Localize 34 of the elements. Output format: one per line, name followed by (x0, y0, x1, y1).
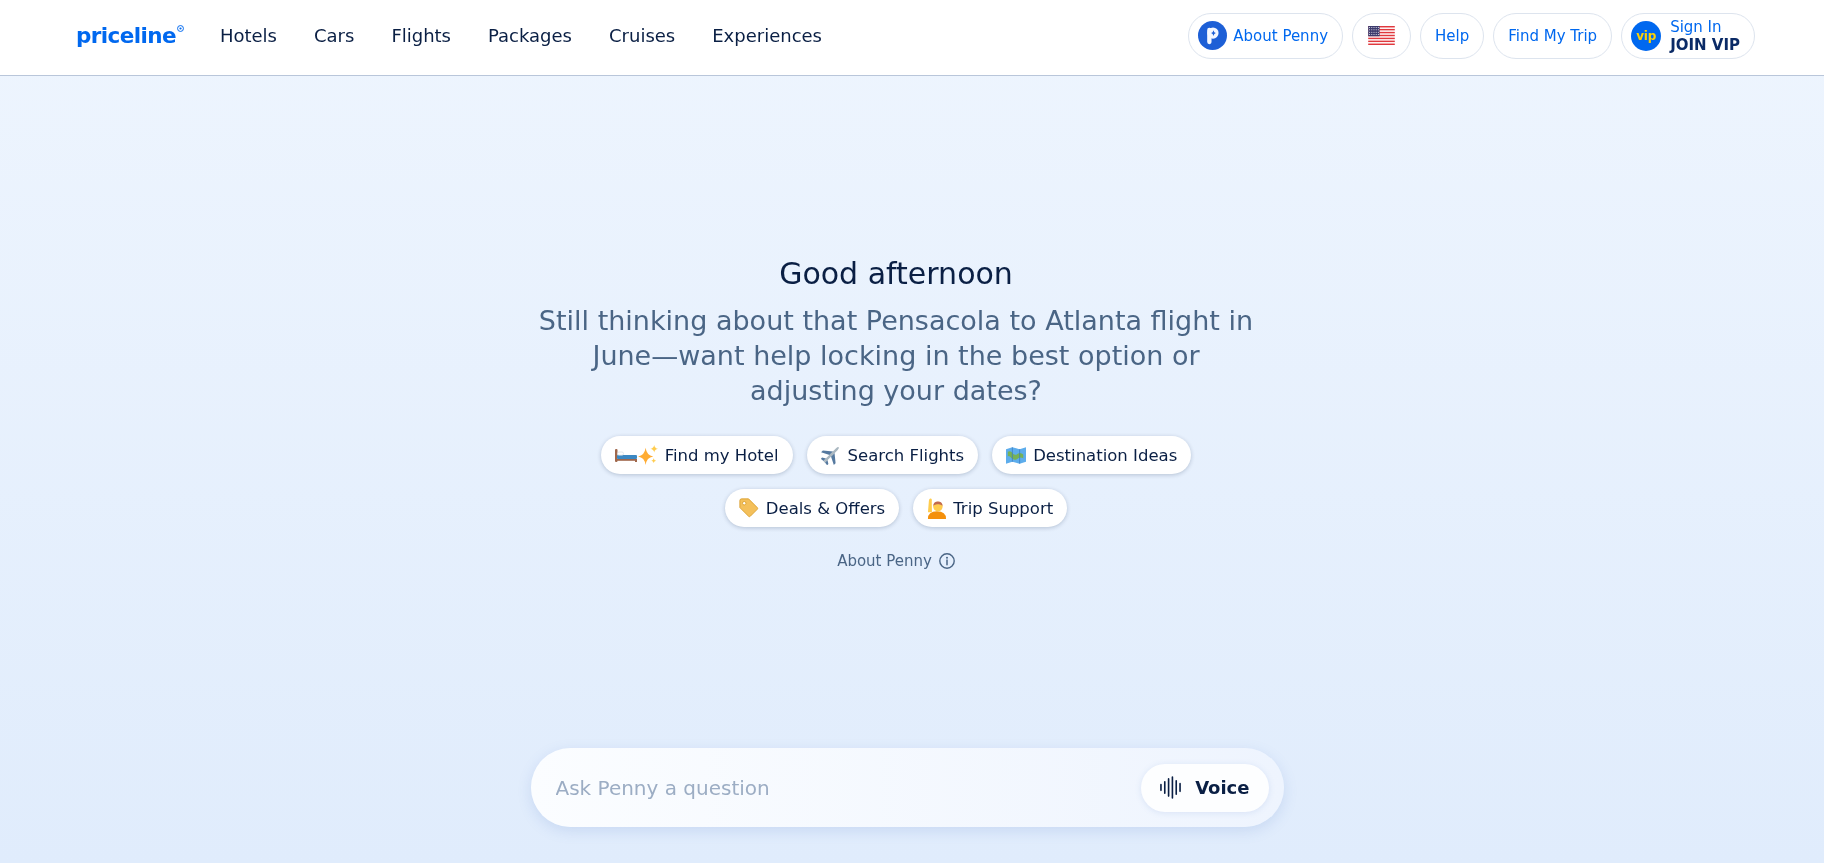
logo[interactable]: priceline (76, 22, 184, 49)
person-raising-hand-icon (927, 497, 947, 519)
nav-link[interactable]: Cruises (609, 23, 676, 48)
sound-wave-icon (1160, 776, 1182, 799)
vip-badge: vip (1631, 20, 1662, 51)
chat-input-bar[interactable]: Ask Penny a question Voice (530, 748, 1284, 827)
voice-button[interactable]: Voice (1141, 763, 1269, 812)
question-input[interactable]: Ask Penny a question (555, 765, 1130, 810)
bed-icon (614, 448, 637, 462)
suggestion-chip[interactable]: Destination Ideas (992, 436, 1192, 474)
suggestion-chip[interactable]: Find my Hotel (600, 436, 793, 474)
header-link[interactable]: Find My Trip (1493, 12, 1613, 59)
assistant-logo-icon (1198, 21, 1228, 50)
nav-link[interactable]: Experiences (712, 23, 822, 48)
region-button[interactable] (1352, 12, 1411, 59)
nav-link[interactable]: Hotels (219, 23, 277, 48)
nav-link[interactable]: Flights (391, 23, 451, 48)
map-icon (1006, 446, 1027, 464)
suggestion-chip[interactable]: Trip Support (913, 489, 1068, 527)
us-flag-icon (1368, 26, 1395, 45)
nav-link[interactable]: Packages (488, 23, 572, 48)
suggestion-chip[interactable]: Deals & Offers (724, 489, 900, 527)
about-penny-button[interactable]: About Penny (1188, 12, 1343, 59)
about-penny-link[interactable]: About Penny (837, 551, 955, 571)
sparkles-icon (637, 445, 658, 465)
registered-mark-icon (176, 24, 184, 32)
info-icon (938, 553, 955, 569)
nav-link[interactable]: Cars (314, 23, 355, 48)
suggestion-chip[interactable]: Search Flights (806, 436, 979, 474)
greeting-heading: Good afternoon (779, 255, 1013, 293)
assistant-message: Still thinking about that Pensacola to Atlanta flight in June—want help locking in the best option or adjusting your dates? (537, 304, 1255, 408)
airplane-icon (820, 445, 841, 465)
header-link[interactable]: Help (1420, 12, 1485, 59)
tag-icon (738, 498, 759, 518)
